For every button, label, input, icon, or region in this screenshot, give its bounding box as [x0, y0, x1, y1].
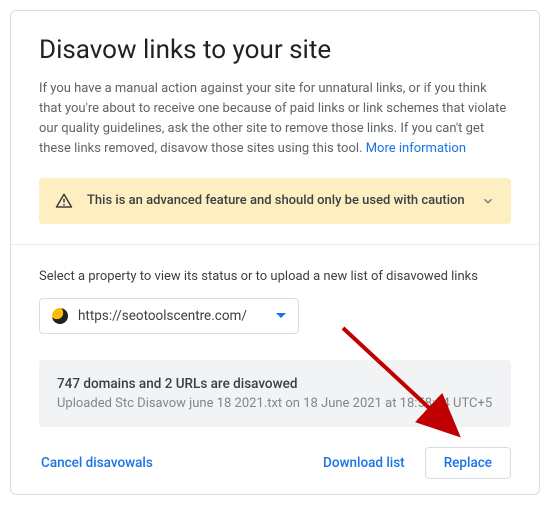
download-list-button[interactable]: Download list [321, 449, 407, 477]
cancel-disavowals-button[interactable]: Cancel disavowals [39, 449, 155, 477]
card-top: Disavow links to your site If you have a… [11, 11, 539, 244]
status-summary: 747 domains and 2 URLs are disavowed [57, 376, 493, 392]
dropdown-caret-icon [276, 313, 286, 318]
selected-property-label: https://seotoolscentre.com/ [78, 308, 266, 324]
page-description: If you have a manual action against your… [39, 79, 511, 160]
warning-banner[interactable]: This is an advanced feature and should o… [39, 178, 511, 224]
disavow-card: Disavow links to your site If you have a… [10, 10, 540, 495]
warning-icon [55, 192, 73, 210]
page-title: Disavow links to your site [39, 35, 511, 65]
chevron-down-icon [481, 194, 495, 208]
action-row: Cancel disavowals Download list Replace [39, 447, 511, 479]
disavow-status-panel: 747 domains and 2 URLs are disavowed Upl… [39, 360, 511, 427]
more-information-link[interactable]: More information [366, 141, 466, 156]
replace-button[interactable]: Replace [425, 447, 511, 479]
property-select[interactable]: https://seotoolscentre.com/ [39, 298, 299, 334]
warning-text: This is an advanced feature and should o… [87, 193, 467, 208]
card-bottom: Select a property to view its status or … [11, 245, 539, 495]
status-uploaded: Uploaded Stc Disavow june 18 2021.txt on… [57, 396, 493, 411]
site-favicon-icon [52, 308, 68, 324]
select-property-prompt: Select a property to view its status or … [39, 269, 511, 284]
